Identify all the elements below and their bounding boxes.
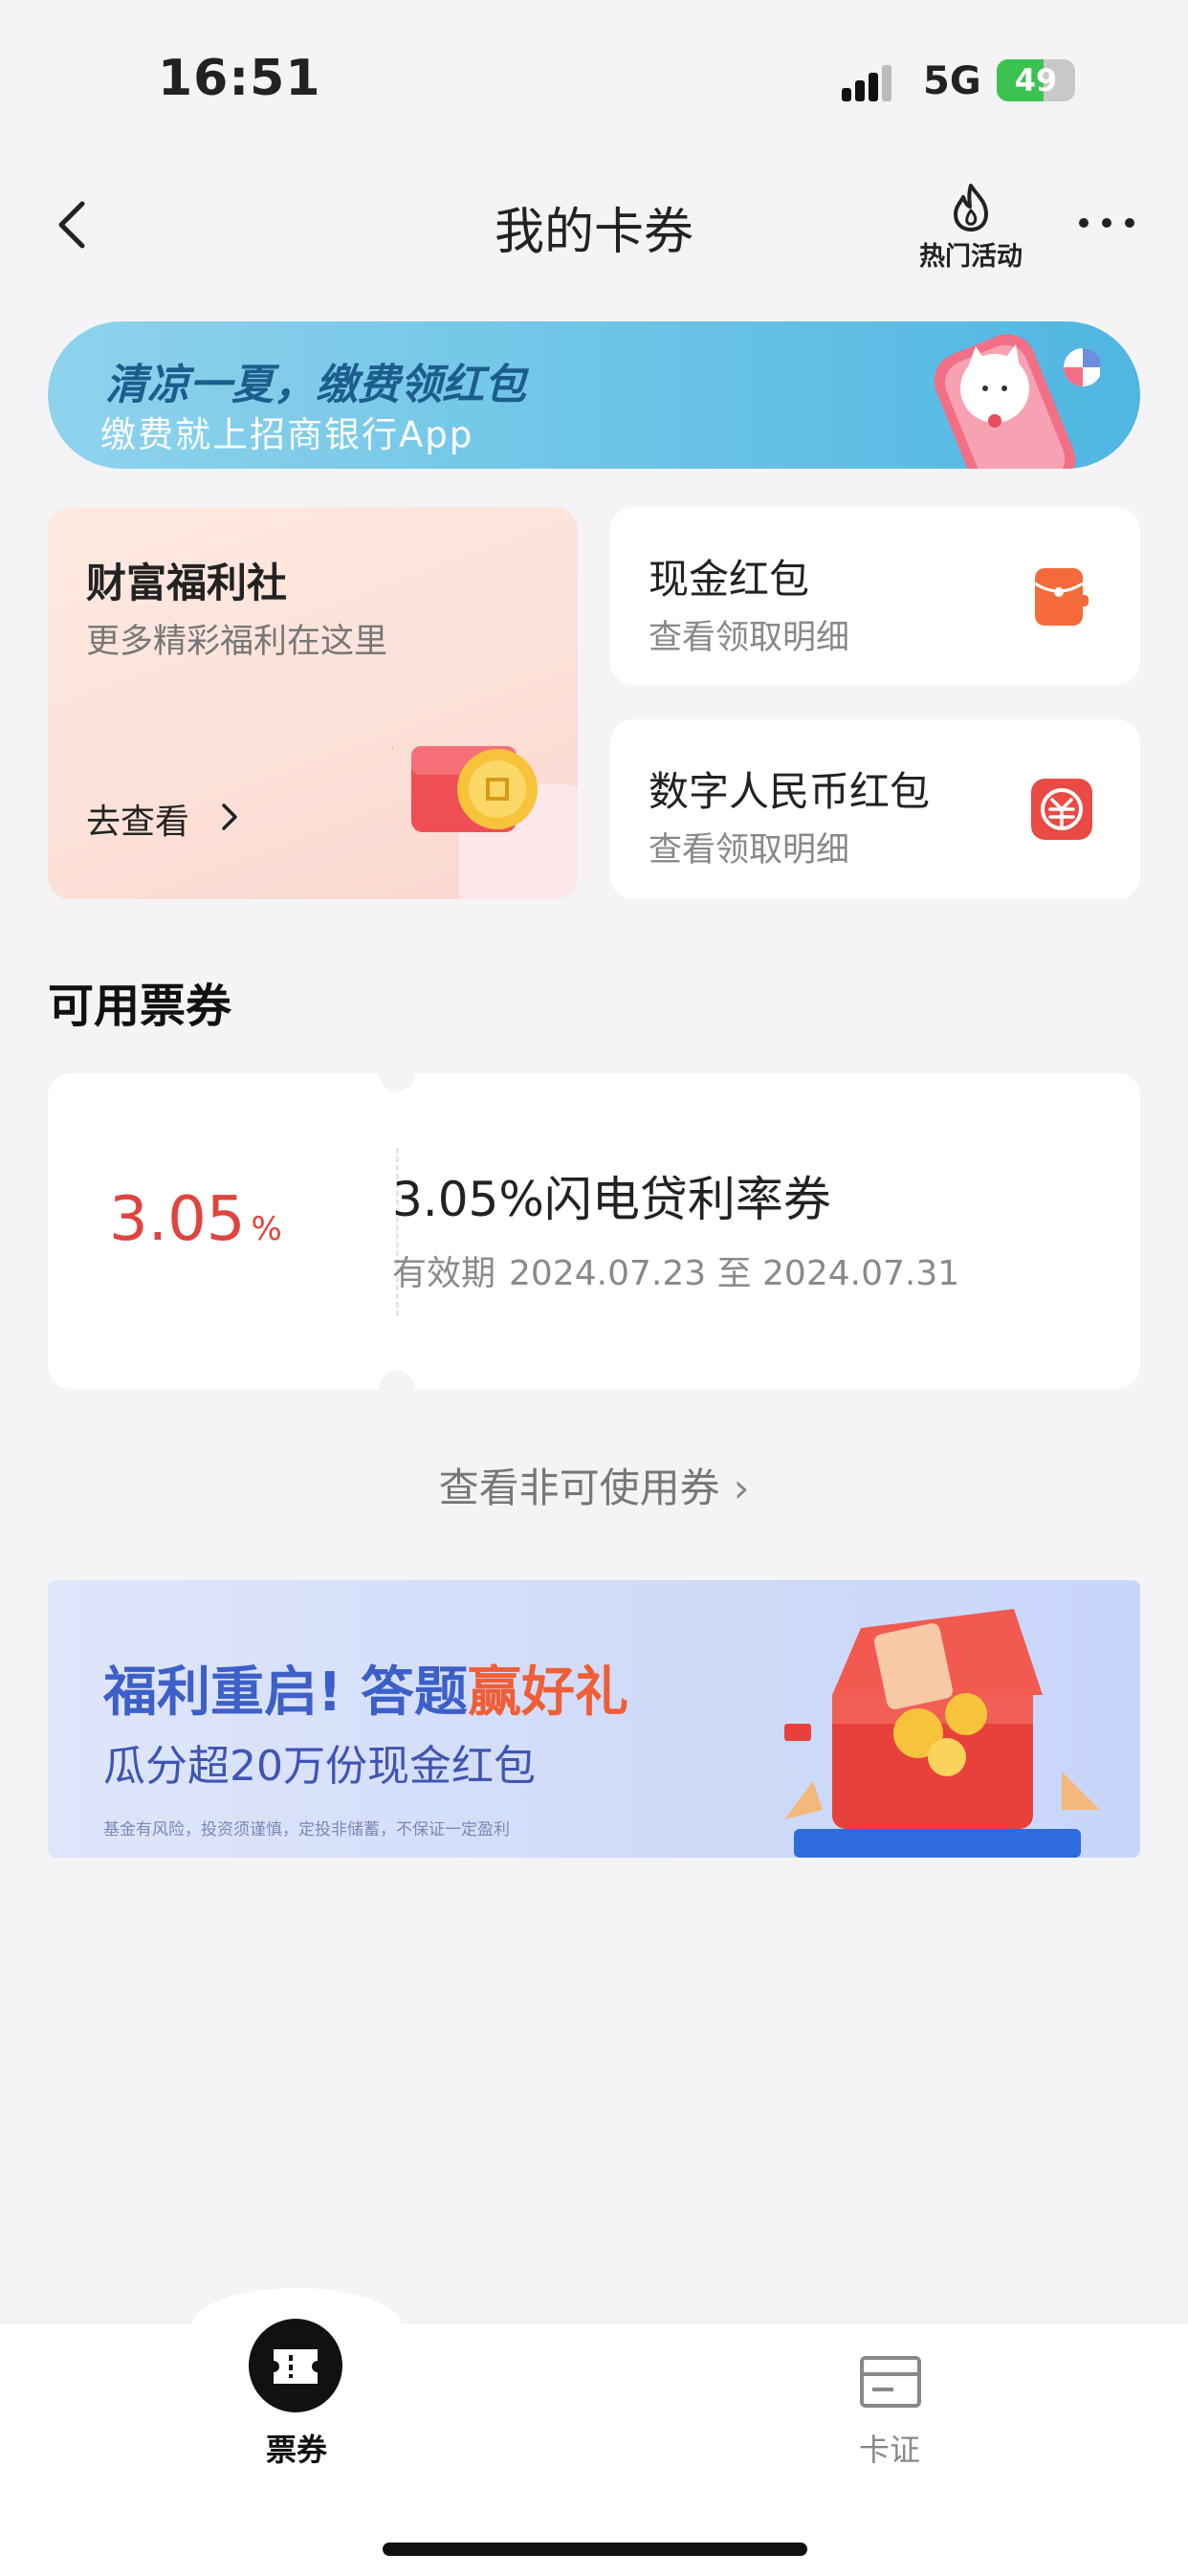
coupon-rate-value: 3.05 <box>109 1184 246 1255</box>
cat-float-illustration <box>934 334 1100 469</box>
chevron-right-icon: › <box>733 1464 750 1511</box>
battery-icon: 49 <box>997 59 1075 101</box>
digital-rmb-red-envelope-card[interactable]: 数字人民币红包 查看领取明细 <box>610 719 1140 899</box>
bottom-tab-bar <box>0 2323 1188 2576</box>
gift-box-illustration <box>784 1609 1100 1858</box>
tab-tickets-label[interactable]: 票券 <box>239 2426 354 2470</box>
coupon-validity: 有效期 2024.07.23 至 2024.07.31 <box>392 1245 973 1295</box>
rmb-card-title: 数字人民币红包 <box>649 768 931 815</box>
quiz-banner-headline: 福利重启! 答题赢好礼 <box>103 1649 628 1727</box>
hot-activities-button[interactable]: 热门活动 <box>909 182 1033 273</box>
cash-red-envelope-card[interactable]: 现金红包 查看领取明细 <box>610 507 1140 685</box>
hot-activities-label: 热门活动 <box>919 242 1023 272</box>
banner-headline: 清凉一夏，缴费领红包 <box>105 361 526 409</box>
summer-payment-banner[interactable]: 清凉一夏，缴费领红包 缴费就上招商银行App <box>48 321 1140 469</box>
flame-icon <box>954 184 988 231</box>
available-coupons-heading: 可用票券 <box>48 980 232 1033</box>
coupon-title: 3.05%闪电贷利率券 <box>392 1172 831 1227</box>
tab-cards-label[interactable]: 卡证 <box>832 2426 947 2470</box>
quiz-banner-headline-highlight: 赢好礼 <box>468 1662 629 1724</box>
wealth-card-subtitle: 更多精彩福利在这里 <box>86 623 388 661</box>
wealth-card-title: 财富福利社 <box>86 560 288 606</box>
cellular-signal-icon <box>842 63 905 101</box>
status-time: 16:51 <box>158 50 321 107</box>
battery-level: 49 <box>1014 62 1058 99</box>
cash-card-title: 现金红包 <box>649 556 810 603</box>
gift-coin-illustration <box>392 746 578 899</box>
coupon-rate: 3.05% <box>109 1184 282 1255</box>
quiz-reward-banner[interactable]: 福利重启! 答题赢好礼 瓜分超20万份现金红包 基金有风险，投资须谨慎，定投非储… <box>48 1580 1140 1858</box>
more-button[interactable] <box>1079 218 1136 231</box>
view-unavailable-coupons-link[interactable]: 查看非可使用券 › <box>0 1456 1188 1514</box>
ticket-icon <box>274 2349 318 2384</box>
coupon-validity-label: 有效期 <box>392 1254 496 1293</box>
quiz-banner-disclaimer: 基金有风险，投资须谨慎，定投非储蓄，不保证一定盈利 <box>103 1820 510 1839</box>
chevron-right-icon <box>222 804 237 830</box>
home-indicator <box>383 2543 807 2556</box>
coupon-notch-bottom <box>379 1371 415 1389</box>
quiz-banner-headline-part1: 福利重启! 答题 <box>103 1662 469 1724</box>
wealth-card-link[interactable]: 去查看 <box>86 794 189 844</box>
cash-card-subtitle: 查看领取明细 <box>649 619 850 657</box>
unavailable-link-label: 查看非可使用券 <box>438 1464 720 1511</box>
coupon-rate-unit: % <box>251 1210 282 1248</box>
quiz-banner-subline: 瓜分超20万份现金红包 <box>103 1742 536 1791</box>
tab-tickets[interactable] <box>249 2319 342 2412</box>
red-envelope-icon <box>1034 568 1089 626</box>
network-type: 5G <box>923 59 981 103</box>
rmb-card-subtitle: 查看领取明细 <box>649 831 850 870</box>
card-id-icon[interactable] <box>859 2355 922 2409</box>
coupon-card[interactable]: 3.05% 3.05%闪电贷利率券 有效期 2024.07.23 至 2024.0… <box>48 1073 1140 1389</box>
coupon-notch-top <box>379 1073 415 1091</box>
coupon-validity-range: 2024.07.23 至 2024.07.31 <box>509 1254 960 1293</box>
banner-subline: 缴费就上招商银行App <box>100 414 474 455</box>
digital-rmb-icon <box>1031 779 1092 840</box>
wealth-welfare-card[interactable]: 财富福利社 更多精彩福利在这里 去查看 <box>48 507 578 899</box>
